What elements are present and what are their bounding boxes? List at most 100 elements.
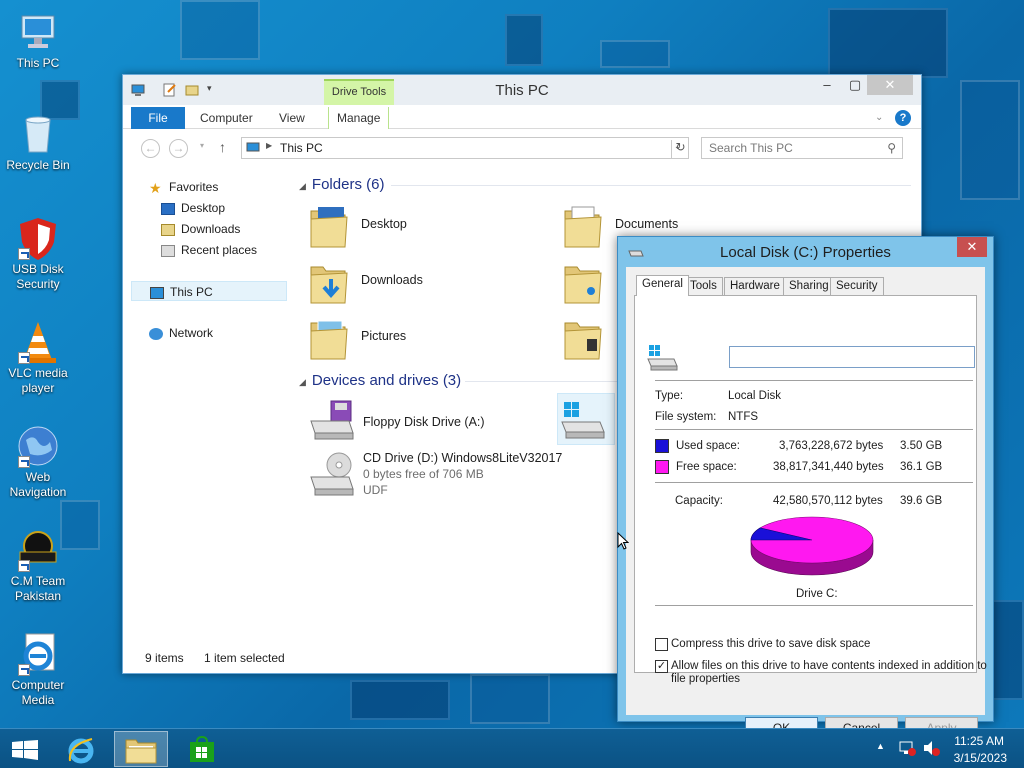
compress-label[interactable]: Compress this drive to save disk space (671, 638, 870, 650)
drive-item-floppy[interactable]: Floppy Disk Drive (A:) (309, 397, 529, 443)
windows-logo-icon (12, 740, 38, 760)
search-placeholder: Search This PC (709, 141, 793, 155)
tab-security[interactable]: Security (830, 277, 884, 295)
refresh-icon[interactable]: ↻ (671, 140, 689, 158)
tab-sharing[interactable]: Sharing (783, 277, 835, 295)
folder-item-videos[interactable] (563, 313, 623, 365)
desktop-icon-label: Web Navigation (9, 470, 67, 499)
address-field[interactable]: ▶ This PC ⌄ (241, 137, 689, 159)
volume-muted-icon[interactable] (922, 739, 940, 760)
nav-item-downloads[interactable]: Downloads (161, 219, 240, 239)
navigation-pane: ★ Favorites Desktop Downloads Recent plac… (131, 171, 291, 641)
up-button[interactable]: ↑ (219, 139, 226, 155)
nav-item-this-pc[interactable]: This PC (131, 281, 287, 301)
desktop-icon-web-navigation[interactable]: Web Navigation (0, 424, 76, 500)
close-button[interactable]: ✕ (867, 75, 913, 95)
minimize-button[interactable]: – (813, 75, 841, 95)
nav-label: Recent places (181, 243, 258, 257)
cm-logo-icon (16, 528, 60, 572)
wallpaper-square (470, 674, 550, 724)
nav-item-network[interactable]: Network (149, 323, 213, 343)
index-label-line1[interactable]: Allow files on this drive to have conten… (671, 660, 987, 672)
nav-label: Favorites (169, 180, 219, 194)
separator (655, 605, 973, 606)
selection-count: 1 item selected (204, 651, 285, 665)
desktop-icon-this-pc[interactable]: This PC (0, 10, 76, 71)
tab-manage[interactable]: Manage (328, 107, 390, 129)
help-icon[interactable]: ? (895, 110, 911, 126)
breadcrumb-this-pc[interactable]: This PC (280, 141, 323, 155)
clock-time[interactable]: 11:25 AM (954, 734, 1004, 748)
desktop-icon-usb-disk-security[interactable]: USB Disk Security (0, 216, 76, 292)
index-label-line2[interactable]: file properties (671, 673, 740, 685)
shield-icon (16, 216, 60, 260)
capacity-bytes: 42,580,570,112 bytes (773, 495, 883, 507)
drive-item-local-disk-c-selected[interactable] (557, 393, 615, 445)
explorer-titlebar[interactable]: ▾ Drive Tools This PC – ▢ ✕ (123, 75, 921, 105)
wallpaper-square (600, 40, 670, 68)
drive-label: CD Drive (D:) Windows8LiteV32017 (363, 451, 563, 465)
taskbar: ▲ 11:25 AM 3/15/2023 (0, 728, 1024, 768)
folder-item-downloads[interactable]: Downloads (309, 257, 529, 309)
tab-hardware[interactable]: Hardware (724, 277, 786, 295)
taskbar-store[interactable] (174, 731, 228, 767)
desktop-icon-vlc[interactable]: VLC media player (0, 320, 76, 396)
drive-name-input[interactable] (729, 346, 975, 368)
desktop-folder-icon (310, 207, 348, 248)
nav-label: Desktop (181, 201, 226, 215)
desktop-icon-recycle-bin[interactable]: Recycle Bin (0, 112, 76, 173)
nav-item-recent-places[interactable]: Recent places (161, 240, 257, 260)
group-title: Devices and drives (3) (311, 372, 462, 389)
ribbon-expand-chevron-icon[interactable]: ⌄ (875, 107, 883, 129)
ribbon-tabs: File Computer View Manage ⌄ ? (123, 105, 921, 129)
folder-item-music[interactable] (563, 257, 623, 309)
taskbar-internet-explorer[interactable] (54, 731, 108, 767)
tab-tools[interactable]: Tools (684, 277, 723, 295)
drive-item-cd-drive[interactable]: CD Drive (D:) Windows8LiteV32017 0 bytes… (309, 451, 609, 505)
desktop-icon-cm-team[interactable]: C.M Team Pakistan (0, 528, 76, 604)
nav-item-desktop[interactable]: Desktop (161, 198, 225, 218)
nav-item-favorites[interactable]: ★ Favorites (149, 177, 218, 197)
shortcut-arrow-icon (18, 456, 30, 468)
back-button[interactable]: ← (141, 139, 160, 158)
maximize-button[interactable]: ▢ (841, 75, 869, 95)
nav-label: Network (169, 326, 214, 340)
folder-label: Downloads (361, 273, 423, 287)
network-status-icon[interactable] (898, 739, 916, 760)
drive-label: Floppy Disk Drive (A:) (363, 415, 485, 429)
clock-date[interactable]: 3/15/2023 (954, 751, 1007, 765)
folder-item-desktop[interactable]: Desktop (309, 201, 529, 253)
windows-drive-icon (647, 344, 681, 375)
desktop-icon-label: C.M Team Pakistan (10, 574, 66, 603)
start-button[interactable] (0, 731, 50, 767)
filesystem-label: File system: (655, 411, 717, 423)
folder-item-pictures[interactable]: Pictures (309, 313, 529, 365)
folders-group-header[interactable]: ◢ Folders (6) (299, 175, 384, 195)
free-space-swatch (655, 460, 669, 474)
forward-button[interactable]: → (169, 139, 188, 158)
desktop-icon-computer-media[interactable]: Computer Media (0, 632, 76, 708)
group-divider (391, 185, 911, 186)
recent-locations-chevron-icon[interactable]: ▾ (200, 141, 204, 150)
dialog-close-button[interactable]: ✕ (957, 237, 987, 257)
internet-explorer-icon (68, 738, 94, 764)
address-bar-row: ← → ▾ ↑ ▶ This PC ⌄ ↻ Search This PC ⚲ (123, 133, 921, 163)
pictures-folder-icon (310, 320, 348, 360)
desktop-icon-label: Recycle Bin (6, 158, 70, 172)
tab-general[interactable]: General (636, 275, 689, 296)
taskbar-file-explorer[interactable] (114, 731, 168, 767)
free-space-label: Free space: (676, 461, 737, 473)
used-space-swatch (655, 439, 669, 453)
devices-group-header[interactable]: ◢ Devices and drives (3) (299, 371, 461, 391)
show-hidden-icons-chevron-icon[interactable]: ▲ (876, 741, 885, 751)
properties-dialog: Local Disk (C:) Properties ✕ General Too… (617, 236, 994, 740)
tab-computer[interactable]: Computer (200, 107, 253, 129)
globe-icon (16, 424, 60, 468)
music-folder-icon (564, 266, 602, 304)
collapse-triangle-icon: ◢ (299, 181, 306, 191)
compress-checkbox[interactable] (655, 638, 668, 651)
search-field[interactable]: Search This PC ⚲ (701, 137, 903, 159)
tab-view[interactable]: View (279, 107, 305, 129)
index-checkbox[interactable]: ✓ (655, 660, 668, 673)
tab-file[interactable]: File (131, 107, 185, 129)
